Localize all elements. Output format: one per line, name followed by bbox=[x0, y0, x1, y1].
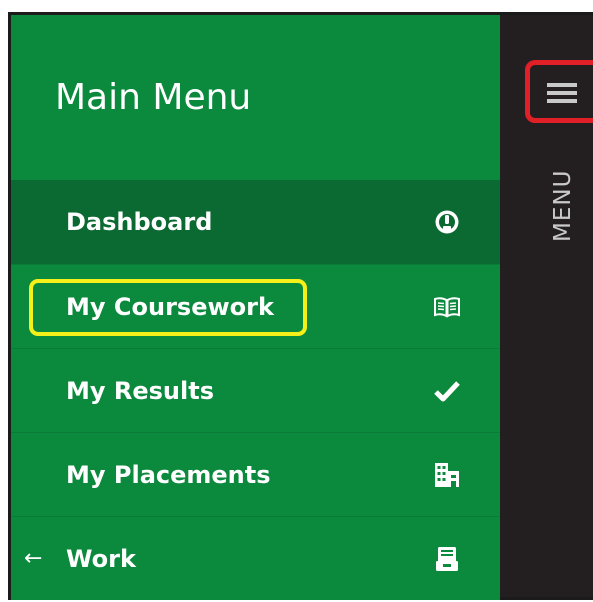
open-book-icon bbox=[432, 289, 462, 325]
menu-item-label: Work bbox=[66, 545, 136, 573]
menu-toggle-label[interactable]: MENU bbox=[550, 142, 580, 242]
menu-item-work[interactable]: ← Work bbox=[11, 516, 500, 600]
sidebar-title: Main Menu bbox=[55, 77, 252, 118]
menu-item-my-results[interactable]: My Results bbox=[11, 348, 500, 432]
menu-item-label: My Results bbox=[66, 377, 214, 405]
menu-item-dashboard[interactable]: Dashboard bbox=[11, 180, 500, 264]
sidebar-header: Main Menu bbox=[11, 15, 500, 180]
checkmark-icon bbox=[432, 373, 462, 409]
coursework-highlight-box bbox=[29, 279, 307, 336]
building-icon bbox=[432, 457, 462, 493]
menu-item-my-placements[interactable]: My Placements bbox=[11, 432, 500, 516]
dashboard-icon bbox=[432, 204, 462, 240]
hamburger-icon[interactable] bbox=[547, 83, 577, 103]
back-arrow-icon: ← bbox=[24, 546, 43, 571]
menu-item-label: Dashboard bbox=[66, 208, 213, 236]
inbox-tray-icon bbox=[432, 541, 462, 577]
menu-item-label: My Placements bbox=[66, 461, 271, 489]
screenshot-frame: Main Menu Dashboard My Coursework My Res… bbox=[0, 0, 593, 602]
